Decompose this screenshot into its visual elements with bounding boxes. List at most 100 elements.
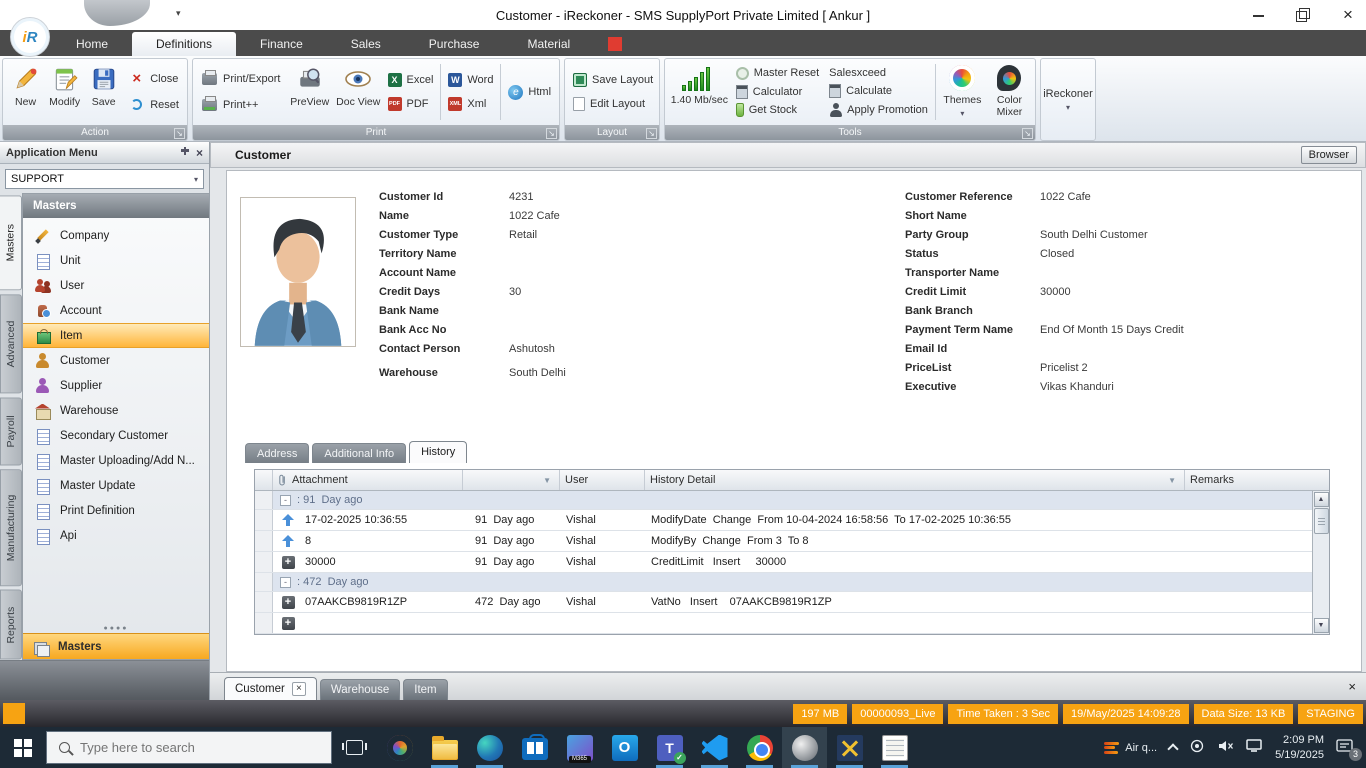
task-view-button[interactable] [332,727,377,768]
close-tab-icon[interactable]: × [292,682,306,696]
close-button[interactable]: × Close [125,70,182,88]
tab-sales[interactable]: Sales [327,32,405,56]
column-age[interactable]: ▼ [463,470,560,490]
doc-tab-customer[interactable]: Customer × [224,677,317,700]
tab-address[interactable]: Address [245,443,309,463]
reset-button[interactable]: Reset [125,96,182,114]
tray-expand-icon[interactable] [1167,743,1178,754]
calculator-button[interactable]: Calculator [733,84,822,100]
word-button[interactable]: W Word [445,72,496,88]
dialog-launcher-icon[interactable]: ↘ [1022,128,1033,139]
collapse-icon[interactable]: - [280,577,291,588]
search-input[interactable] [80,740,300,755]
master-reset-button[interactable]: Master Reset [733,66,822,81]
ireckoner-menu-button[interactable]: iReckoner ▾ [1040,58,1096,141]
grid-vertical-scrollbar[interactable]: ▲ ▼ [1312,491,1329,634]
taskbar-store[interactable] [512,727,557,768]
print-export-button[interactable]: Print/Export [198,70,283,88]
masters-bottom-button[interactable]: Masters [23,633,209,659]
network-icon[interactable] [1246,739,1263,756]
volume-muted-icon[interactable] [1217,739,1234,756]
tab-purchase[interactable]: Purchase [405,32,504,56]
sidebar-item-customer[interactable]: Customer [23,348,209,373]
taskbar-m365[interactable]: M365 [557,727,602,768]
history-row[interactable]: + 07AAKCB9819R1ZP 472 Day ago Vishal Vat… [255,592,1312,613]
app-logo[interactable]: iR [10,17,50,57]
quick-access-dropdown-icon[interactable]: ▾ [176,8,181,19]
sidebar-splitter-handle[interactable]: ●●●● [23,623,209,633]
sidebar-item-master-update[interactable]: Master Update [23,473,209,498]
vtab-reports[interactable]: Reports [0,590,22,660]
scroll-down-icon[interactable]: ▼ [1314,618,1329,633]
pin-icon[interactable] [180,147,190,159]
tab-material[interactable]: Material [503,32,594,56]
doc-tab-warehouse[interactable]: Warehouse [320,679,400,700]
notification-center-button[interactable]: 3 [1336,738,1358,757]
history-row[interactable]: + 30000 91 Day ago Vishal CreditLimit In… [255,552,1312,573]
taskbar-search[interactable] [46,731,332,764]
sidebar-item-print-definition[interactable]: Print Definition [23,498,209,523]
dialog-launcher-icon[interactable]: ↘ [174,128,185,139]
dialog-launcher-icon[interactable]: ↘ [646,128,657,139]
doc-view-button[interactable]: Doc View [334,61,383,123]
modify-button[interactable]: Modify [45,61,84,123]
meet-now-icon[interactable] [1189,739,1205,756]
sidebar-item-user[interactable]: User [23,273,209,298]
xml-button[interactable]: XML Xml [445,96,496,112]
tab-history[interactable]: History [409,441,467,463]
pdf-button[interactable]: PDF PDF [385,96,437,112]
taskbar-ireckoner-active[interactable] [782,727,827,768]
filter-icon[interactable]: ▼ [543,476,554,485]
sidebar-item-company[interactable]: Company [23,223,209,248]
sidebar-item-account[interactable]: Account [23,298,209,323]
dialog-launcher-icon[interactable]: ↘ [546,128,557,139]
new-button[interactable]: New [6,61,45,123]
calculate-button[interactable]: Calculate [826,83,931,99]
taskbar-ssms[interactable] [827,727,872,768]
sidebar-item-item[interactable]: Item [23,323,209,348]
column-attachment[interactable]: Attachment [273,470,463,490]
start-button[interactable] [0,727,46,768]
vtab-masters[interactable]: Masters [0,195,22,290]
print-plus-button[interactable]: Print++ [198,96,283,114]
collapse-icon[interactable]: - [280,495,291,506]
themes-button[interactable]: Themes ▾ [938,61,987,123]
taskbar-copilot[interactable] [377,727,422,768]
column-history-detail[interactable]: History Detail ▼ [645,470,1185,490]
history-row[interactable]: 17-02-2025 10:36:55 91 Day ago Vishal Mo… [255,510,1312,531]
sidebar-item-unit[interactable]: Unit [23,248,209,273]
taskbar-file-explorer[interactable] [422,727,467,768]
taskbar-outlook[interactable]: O [602,727,647,768]
browser-button[interactable]: Browser [1301,146,1357,164]
sidebar-item-master-uploading[interactable]: Master Uploading/Add N... [23,448,209,473]
vtab-payroll[interactable]: Payroll [0,398,22,466]
support-dropdown[interactable]: SUPPORT ▾ [5,169,204,189]
tab-additional-info[interactable]: Additional Info [312,443,406,463]
save-layout-button[interactable]: Save Layout [570,72,656,88]
restore-button[interactable] [1296,8,1310,22]
salesxceed-button[interactable]: Salesxceed [826,66,931,80]
taskbar-teams[interactable]: T✓ [647,727,692,768]
sidebar-item-api[interactable]: Api [23,523,209,548]
save-button[interactable]: Save [84,61,123,123]
preview-button[interactable]: PreView [285,61,334,123]
sidebar-item-secondary-customer[interactable]: Secondary Customer [23,423,209,448]
sidebar-item-supplier[interactable]: Supplier [23,373,209,398]
filter-icon[interactable]: ▼ [1168,476,1179,485]
taskbar-edge[interactable] [467,727,512,768]
history-row[interactable]: 8 91 Day ago Vishal ModifyBy Change From… [255,531,1312,552]
group-row[interactable]: - : 91 Day ago [255,491,1312,510]
taskbar-clock[interactable]: 2:09 PM 5/19/2025 [1275,733,1324,762]
minimize-button[interactable] [1252,8,1266,22]
tab-home[interactable]: Home [52,32,132,56]
column-user[interactable]: User [560,470,645,490]
taskbar-chrome[interactable] [737,727,782,768]
vtab-manufacturing[interactable]: Manufacturing [0,469,22,586]
apply-promotion-button[interactable]: Apply Promotion [826,102,931,118]
doc-tab-item[interactable]: Item [403,679,447,700]
edit-layout-button[interactable]: Edit Layout [570,96,656,112]
tab-finance[interactable]: Finance [236,32,327,56]
air-quality-widget[interactable]: Air q... [1104,740,1157,755]
get-stock-button[interactable]: Get Stock [733,102,822,118]
html-button[interactable]: e Html [505,84,554,101]
